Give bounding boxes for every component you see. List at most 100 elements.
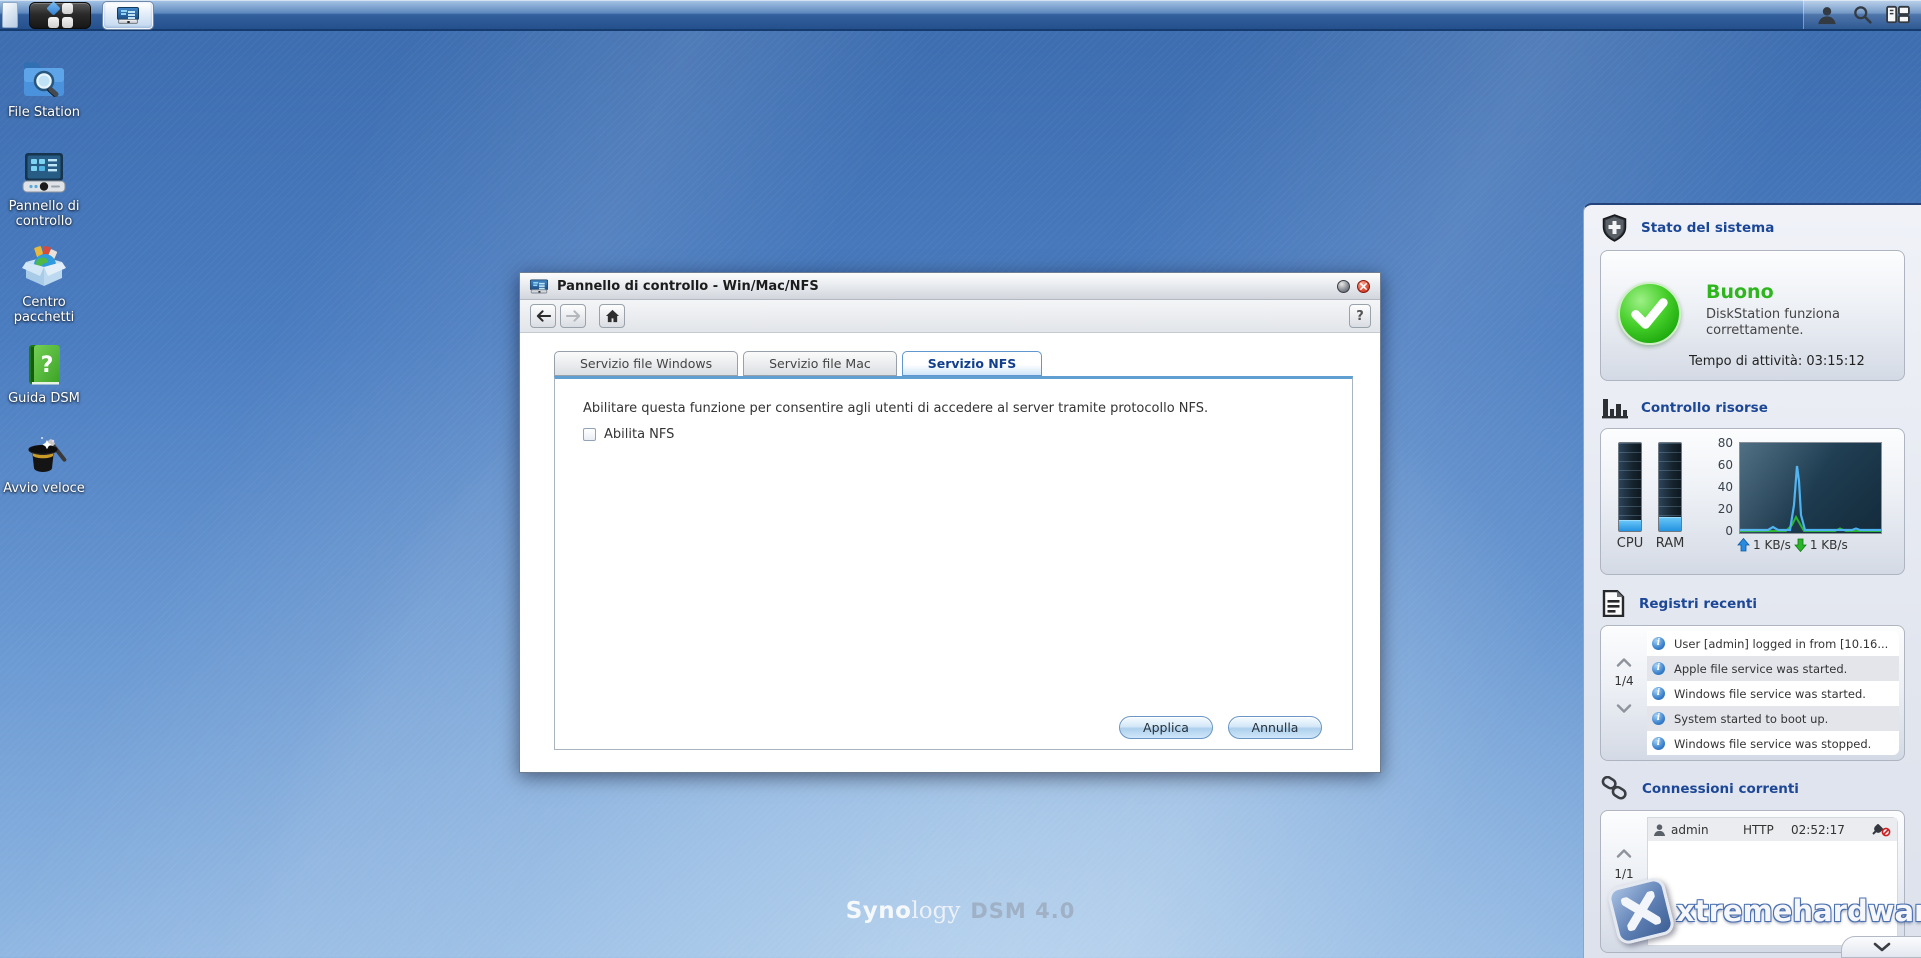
forward-button[interactable] <box>560 304 586 328</box>
back-button[interactable] <box>530 304 556 328</box>
info-icon: i <box>1652 637 1665 650</box>
dialog-buttons: Applica Annulla <box>1119 716 1322 739</box>
tab-servizio-file-mac[interactable]: Servizio file Mac <box>743 351 897 376</box>
search-button[interactable] <box>1850 3 1876 27</box>
logs-page-up-button[interactable] <box>1616 652 1632 671</box>
xtremehardware-text: xtremehardware.it <box>1676 894 1921 928</box>
user-icon <box>1653 823 1666 837</box>
chevron-down-icon <box>1616 704 1632 713</box>
resource-monitor-title: Controllo risorse <box>1641 400 1768 416</box>
close-button[interactable] <box>1357 280 1370 293</box>
enable-nfs-checkbox[interactable] <box>583 428 596 441</box>
logs-page-down-button[interactable] <box>1616 698 1632 717</box>
widget-panel: Stato del sistema Buono DiskStation funz… <box>1583 203 1921 958</box>
desktop-icon-label: File Station <box>0 105 88 120</box>
chevron-up-icon <box>1616 849 1632 858</box>
tab-strip: Servizio file Windows Servizio file Mac … <box>554 351 1047 376</box>
apply-button[interactable]: Applica <box>1119 716 1213 739</box>
window-titlebar[interactable]: Pannello di controllo - Win/Mac/NFS <box>520 273 1380 300</box>
minimize-button[interactable] <box>1337 280 1350 293</box>
home-icon <box>605 309 620 323</box>
log-text: User [admin] logged in from [10.16... <box>1674 637 1888 651</box>
synology-logo-bold: Syno <box>846 898 912 924</box>
logs-page-indicator: 1/4 <box>1601 674 1647 688</box>
connection-protocol: HTTP <box>1743 823 1791 837</box>
xtremehardware-watermark: xtremehardware.it <box>1612 882 1921 940</box>
system-status-card: Buono DiskStation funziona correttamente… <box>1600 250 1905 381</box>
close-icon <box>1360 283 1367 290</box>
log-text: Windows file service was stopped. <box>1674 737 1871 751</box>
window-content: Servizio file Windows Servizio file Mac … <box>520 333 1380 772</box>
pilot-view-button[interactable] <box>1885 3 1911 27</box>
desktop-icon-dsm-help[interactable]: ? Guida DSM <box>0 342 88 406</box>
connection-time: 02:52:17 <box>1791 823 1871 837</box>
user-menu-button[interactable] <box>1814 3 1840 27</box>
taskbar-right-tray <box>1803 0 1921 29</box>
tab-servizio-nfs[interactable]: Servizio NFS <box>902 351 1043 376</box>
log-row[interactable]: i Apple file service was started. <box>1647 656 1899 681</box>
graph-tick-0: 0 <box>1707 524 1733 538</box>
disconnect-icon[interactable] <box>1871 822 1891 837</box>
log-row[interactable]: i User [admin] logged in from [10.16... <box>1647 631 1899 656</box>
window-title-icon <box>530 279 548 293</box>
desktop-icon-quick-start[interactable]: Avvio veloce <box>0 432 88 496</box>
log-row[interactable]: iSystem started to boot up. <box>1647 706 1899 731</box>
resource-monitor-card: CPU RAM 80 60 40 20 0 1 KB/s 1 KB/s <box>1600 428 1905 575</box>
tab-servizio-file-windows[interactable]: Servizio file Windows <box>554 351 738 376</box>
desktop-icon-label: Guida DSM <box>0 391 88 406</box>
cpu-meter <box>1618 442 1642 532</box>
desktop-icon-control-panel[interactable]: Pannello di controllo <box>0 150 88 229</box>
synology-logo-rest: logy <box>911 898 960 924</box>
xtremehardware-logo <box>1606 876 1676 946</box>
desktop-icon-package-center[interactable]: Centro pacchetti <box>0 246 88 325</box>
info-icon: i <box>1652 737 1665 750</box>
package-center-icon <box>20 246 68 292</box>
taskbar <box>0 0 1921 31</box>
taskbar-item-control-panel[interactable] <box>103 2 153 29</box>
window-toolbar: ? <box>520 300 1380 333</box>
connections-page-indicator: 1/1 <box>1601 867 1647 881</box>
chevron-down-icon <box>1873 942 1891 952</box>
log-text: Apple file service was started. <box>1674 662 1847 676</box>
logs-pager: 1/4 <box>1601 626 1647 760</box>
upload-arrow-icon <box>1737 538 1750 552</box>
info-icon: i <box>1652 687 1665 700</box>
network-graph <box>1739 442 1882 534</box>
log-text: System started to boot up. <box>1674 712 1828 726</box>
synology-dsm-watermark: Synology DSM 4.0 <box>846 898 1076 924</box>
home-button[interactable] <box>599 304 625 328</box>
main-menu-icon <box>48 3 73 28</box>
connections-title: Connessioni correnti <box>1642 781 1799 797</box>
cancel-button[interactable]: Annulla <box>1228 716 1322 739</box>
show-desktop-button[interactable] <box>2 2 18 28</box>
desktop-icon-label: Centro pacchetti <box>0 295 88 325</box>
status-message: DiskStation funziona correttamente. <box>1706 307 1876 339</box>
recent-logs-card: 1/4 i User [admin] logged in from [10.16.… <box>1600 625 1905 761</box>
back-icon <box>536 310 551 322</box>
control-panel-window: Pannello di controllo - Win/Mac/NFS ? Se… <box>519 272 1381 773</box>
connections-page-up-button[interactable] <box>1616 843 1632 862</box>
log-text: Windows file service was started. <box>1674 687 1866 701</box>
log-list: i User [admin] logged in from [10.16... i… <box>1647 631 1899 755</box>
enable-nfs-label: Abilita NFS <box>604 427 674 442</box>
log-document-icon <box>1601 590 1626 617</box>
recent-logs-title: Registri recenti <box>1639 596 1757 612</box>
log-row[interactable]: i Windows file service was stopped. <box>1647 731 1899 755</box>
main-menu-button[interactable] <box>29 2 91 29</box>
control-panel-icon <box>117 7 139 24</box>
user-icon <box>1816 4 1838 26</box>
file-station-icon <box>20 56 68 102</box>
desktop-icon-label: Pannello di controllo <box>0 199 88 229</box>
quick-start-icon <box>20 432 68 478</box>
info-icon: i <box>1652 662 1665 675</box>
graph-tick-40: 40 <box>1707 480 1733 494</box>
connection-row[interactable]: admin HTTP 02:52:17 <box>1648 818 1897 841</box>
upload-value: 1 KB/s <box>1753 538 1791 552</box>
help-button[interactable]: ? <box>1349 304 1371 328</box>
help-label: ? <box>1356 309 1364 324</box>
log-row[interactable]: i Windows file service was started. <box>1647 681 1899 706</box>
connections-header: Connessioni correnti <box>1584 767 1921 808</box>
desktop-icon-file-station[interactable]: File Station <box>0 56 88 120</box>
desktop-icon-label: Avvio veloce <box>0 481 88 496</box>
forward-icon <box>566 310 581 322</box>
